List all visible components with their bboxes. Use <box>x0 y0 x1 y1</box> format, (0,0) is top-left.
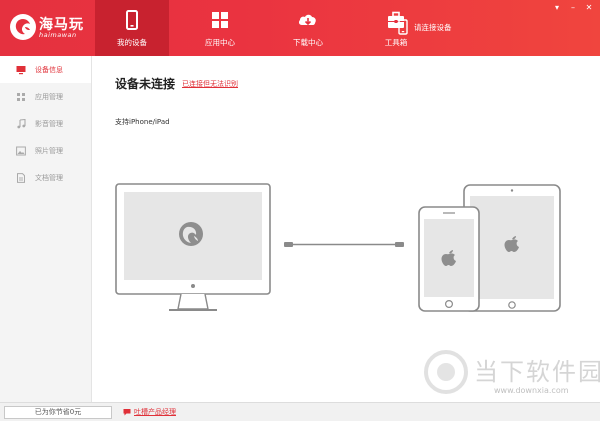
watermark: 当下软件园 www.downxia.com <box>424 350 600 404</box>
feedback-label: 吐槽产品经理 <box>134 408 176 416</box>
tab-label: 应用中心 <box>205 38 235 47</box>
minimize-icon[interactable]: – <box>568 3 578 13</box>
savings-counter: 已为你节省0元 <box>4 406 112 419</box>
sidebar-item-photo-management[interactable]: 照片管理 <box>0 137 91 164</box>
watermark-logo-icon <box>424 350 468 394</box>
connect-device-button[interactable]: 请连接设备 <box>398 19 452 35</box>
chat-bubble-icon <box>123 409 131 416</box>
phone-icon <box>126 10 138 30</box>
phone-outline-icon <box>398 19 408 35</box>
sidebar-item-device-info[interactable]: 设备信息 <box>0 56 91 83</box>
watermark-text: 当下软件园 <box>474 358 600 386</box>
watermark-url: www.downxia.com <box>494 386 569 395</box>
monitor-icon <box>16 65 26 75</box>
logo-subtitle: haimawan <box>39 31 77 39</box>
sidebar-item-document-management[interactable]: 文档管理 <box>0 164 91 191</box>
sidebar-item-label: 照片管理 <box>35 146 63 155</box>
main-nav: 我的设备 应用中心 下载中心 工具箱 <box>95 0 433 56</box>
tab-label: 我的设备 <box>117 38 147 47</box>
sidebar-item-label: 设备信息 <box>35 65 63 74</box>
image-icon <box>16 146 26 156</box>
sidebar-item-label: 应用管理 <box>35 92 63 101</box>
window-controls: ▾ – ✕ <box>552 3 594 13</box>
menu-dropdown-icon[interactable]: ▾ <box>552 3 562 13</box>
music-note-icon <box>16 118 26 129</box>
sidebar-item-label: 文档管理 <box>35 173 63 182</box>
tab-app-center[interactable]: 应用中心 <box>183 0 257 56</box>
tab-label: 工具箱 <box>384 38 408 47</box>
sidebar: 设备信息 应用管理 影音管理 照片管理 文档管理 <box>0 56 92 402</box>
app-logo: 海马玩 haimawan <box>10 12 92 42</box>
iphone-icon <box>418 206 480 312</box>
logo-mark-icon <box>10 14 36 40</box>
desktop-monitor-icon <box>115 183 271 311</box>
connect-label: 请连接设备 <box>414 22 452 32</box>
status-bar: 已为你节省0元 吐槽产品经理 <box>0 402 600 421</box>
usb-cable-icon <box>284 242 404 247</box>
close-icon[interactable]: ✕ <box>584 3 594 13</box>
document-icon <box>16 172 26 183</box>
apps-grid-icon <box>212 12 228 28</box>
feedback-link[interactable]: 吐槽产品经理 <box>123 407 176 417</box>
top-bar: 海马玩 haimawan 我的设备 应用中心 下载中心 工具箱 请连接设备 ▾ … <box>0 0 600 56</box>
sidebar-item-app-management[interactable]: 应用管理 <box>0 83 91 110</box>
tab-my-device[interactable]: 我的设备 <box>95 0 169 56</box>
sidebar-item-media-management[interactable]: 影音管理 <box>0 110 91 137</box>
sidebar-item-label: 影音管理 <box>35 119 63 128</box>
tab-download-center[interactable]: 下载中心 <box>271 0 345 56</box>
tab-label: 下载中心 <box>293 38 323 47</box>
cloud-download-icon <box>298 14 316 26</box>
grid-icon <box>16 92 26 102</box>
